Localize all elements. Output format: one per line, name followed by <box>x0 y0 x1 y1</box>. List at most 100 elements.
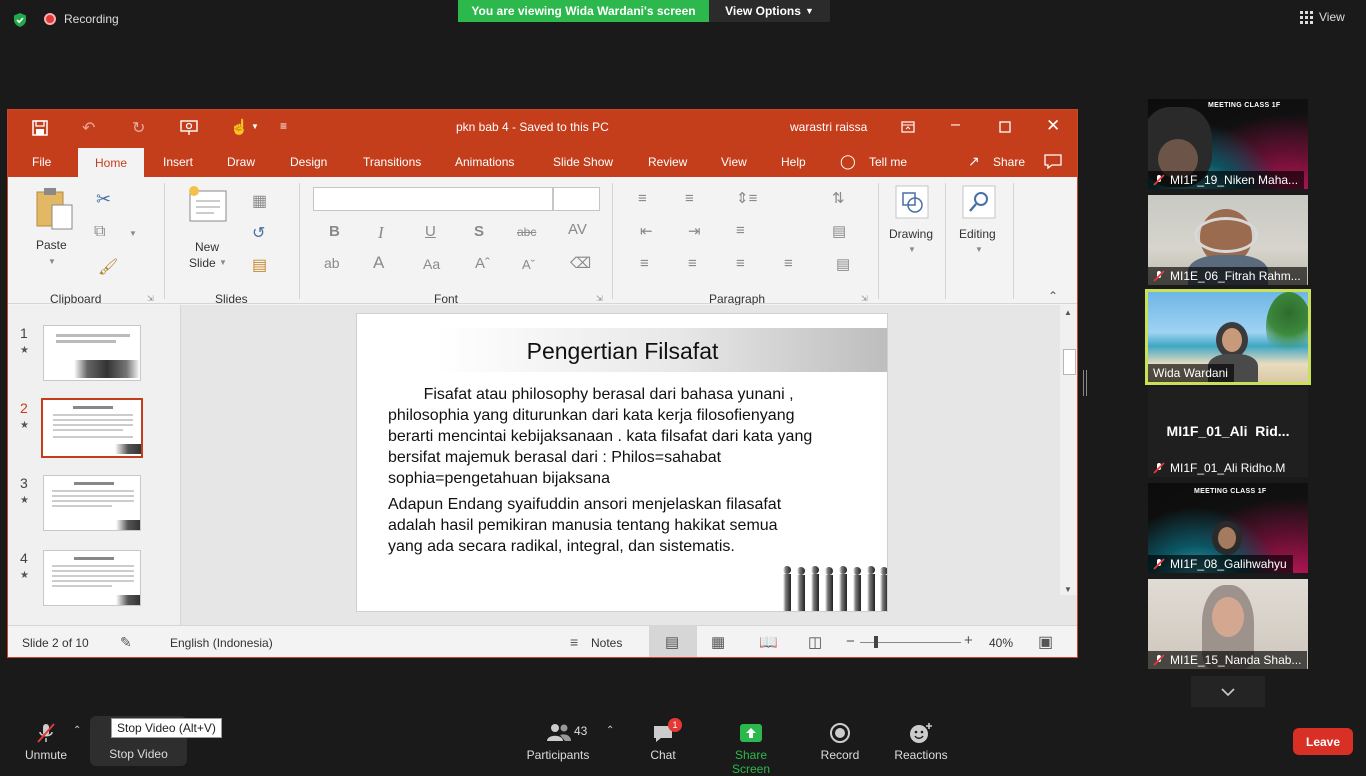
share-icon[interactable]: ↗ <box>968 153 980 170</box>
clear-formatting-icon[interactable]: ⌫ <box>570 254 591 272</box>
tab-help[interactable]: Help <box>781 155 806 169</box>
align-left-icon[interactable]: ≡ <box>640 255 649 272</box>
underline-icon[interactable]: U <box>425 223 436 240</box>
participant-tile[interactable]: MEETING CLASS 1F MI1F_19_Niken Maha... <box>1148 99 1308 189</box>
tab-file[interactable]: File <box>32 155 51 169</box>
slide-thumbnail-3[interactable] <box>43 475 141 531</box>
highlight-icon[interactable]: ab <box>324 255 340 271</box>
maximize-icon[interactable] <box>999 121 1011 133</box>
font-size-combo[interactable] <box>553 187 600 211</box>
dialog-launcher-icon[interactable]: ⇲ <box>861 294 868 303</box>
bold-icon[interactable]: B <box>329 223 340 240</box>
zoom-in-icon[interactable]: + <box>964 632 973 649</box>
tab-home[interactable]: Home <box>78 148 144 177</box>
participant-tile[interactable]: MEETING CLASS 1F MI1F_08_Galihwahyu <box>1148 483 1308 573</box>
scroll-up-icon[interactable]: ▲ <box>1064 308 1072 317</box>
slide-show-icon[interactable]: ◫ <box>808 633 822 651</box>
paste-icon[interactable] <box>35 187 75 231</box>
user-name[interactable]: warastri raissa <box>790 120 867 134</box>
participant-tile[interactable]: MI1E_15_Nanda Shab... <box>1148 579 1308 669</box>
customize-toolbar-icon[interactable]: ≡ <box>280 119 287 133</box>
font-color-icon[interactable]: A <box>373 253 384 273</box>
increase-font-icon[interactable]: Aˆ <box>475 255 490 272</box>
cut-icon[interactable]: ✂ <box>96 189 111 210</box>
decrease-font-icon[interactable]: Aˇ <box>522 257 535 272</box>
reactions-button[interactable]: Reactions <box>893 722 949 762</box>
dialog-launcher-icon[interactable]: ⇲ <box>147 294 154 303</box>
chat-button[interactable]: 1 Chat <box>646 718 682 762</box>
character-spacing-icon[interactable]: AV <box>568 221 587 238</box>
present-from-beginning-icon[interactable] <box>180 120 198 136</box>
drawing-shapes-icon[interactable] <box>895 185 929 219</box>
layout-icon[interactable]: ▦ <box>252 191 267 211</box>
text-direction-icon[interactable]: ⇅ <box>832 189 845 207</box>
minimize-icon[interactable]: – <box>951 116 960 134</box>
tab-transitions[interactable]: Transitions <box>363 155 421 169</box>
copy-icon[interactable]: ⧉ <box>94 223 105 241</box>
save-icon[interactable] <box>32 120 48 136</box>
slide-body[interactable]: Fisafat atau philosophy berasal dari bah… <box>388 384 868 557</box>
slide-title[interactable]: Pengertian Filsafat <box>357 338 887 365</box>
slide-thumbnail-1[interactable] <box>43 325 141 381</box>
paste-label[interactable]: Paste <box>36 238 67 252</box>
search-icon[interactable] <box>962 185 996 219</box>
accessibility-icon[interactable]: ✎ <box>120 634 132 651</box>
undo-icon[interactable]: ↶ <box>82 118 95 138</box>
tab-design[interactable]: Design <box>290 155 327 169</box>
participant-tile[interactable]: MI1E_06_Fitrah Rahm... <box>1148 195 1308 285</box>
fit-to-window-icon[interactable]: ▣ <box>1038 632 1053 652</box>
align-center-icon[interactable]: ≡ <box>688 255 697 272</box>
language-indicator[interactable]: English (Indonesia) <box>170 636 273 650</box>
new-slide-icon[interactable] <box>186 185 228 223</box>
participants-options-icon[interactable]: ⌃ <box>606 725 614 736</box>
tab-draw[interactable]: Draw <box>227 155 255 169</box>
tab-animations[interactable]: Animations <box>455 155 514 169</box>
tell-me-search[interactable]: Tell me <box>869 155 907 169</box>
slide-thumbnail-2[interactable] <box>41 398 143 458</box>
redo-icon[interactable]: ↻ <box>132 118 145 138</box>
close-icon[interactable]: ✕ <box>1046 116 1060 136</box>
reset-icon[interactable]: ↺ <box>252 223 265 243</box>
security-shield-icon[interactable] <box>12 12 28 28</box>
chevron-down-icon[interactable]: ▼ <box>219 258 227 267</box>
dialog-launcher-icon[interactable]: ⇲ <box>596 294 603 303</box>
tab-insert[interactable]: Insert <box>163 155 193 169</box>
collapse-ribbon-icon[interactable]: ⌃ <box>1048 289 1058 303</box>
view-button[interactable]: View <box>1300 10 1345 24</box>
strikethrough-icon[interactable]: abc <box>517 225 536 239</box>
record-button[interactable]: Record <box>818 722 862 762</box>
unmute-button[interactable]: Unmute <box>22 722 70 762</box>
section-icon[interactable]: ▤ <box>252 255 267 275</box>
line-spacing-icon[interactable]: ⇕≡ <box>736 189 757 207</box>
scroll-participants-button[interactable] <box>1191 676 1265 707</box>
tab-view[interactable]: View <box>721 155 747 169</box>
slide-thumbnail-4[interactable] <box>43 550 141 606</box>
participant-tile-active-speaker[interactable]: Wida Wardani <box>1145 289 1311 385</box>
decrease-indent-icon[interactable]: ⇤ <box>640 222 653 240</box>
chevron-down-icon[interactable]: ▼ <box>975 245 983 254</box>
new-slide-label-1[interactable]: New <box>195 240 219 254</box>
participant-tile[interactable]: MI1F_01_Ali Rid... MI1F_01_Ali Ridho.M <box>1148 387 1308 477</box>
format-painter-icon[interactable]: 🖌 <box>98 257 118 277</box>
align-text-icon[interactable]: ▤ <box>832 222 846 240</box>
tab-slide-show[interactable]: Slide Show <box>553 155 613 169</box>
scrollbar-thumb[interactable] <box>1063 349 1076 375</box>
new-slide-label-2[interactable]: Slide <box>189 256 216 270</box>
chevron-down-icon[interactable]: ▼ <box>48 257 56 266</box>
chevron-down-icon[interactable]: ▼ <box>908 245 916 254</box>
slide-sorter-icon[interactable]: ▦ <box>711 633 725 651</box>
tab-review[interactable]: Review <box>648 155 687 169</box>
justify-icon[interactable]: ≡ <box>784 255 793 272</box>
bullets-icon[interactable]: ≡ <box>638 190 647 207</box>
zoom-level[interactable]: 40% <box>989 636 1013 650</box>
reading-view-icon[interactable]: 📖 <box>759 633 778 651</box>
increase-indent-icon[interactable]: ⇥ <box>688 222 701 240</box>
recording-indicator[interactable]: Recording <box>44 12 119 26</box>
panel-splitter[interactable] <box>1083 370 1087 396</box>
shared-screen-powerpoint[interactable]: ↶ ↻ ☝ ▼ ≡ pkn bab 4 - Saved to this PC w… <box>7 109 1078 658</box>
italic-icon[interactable]: I <box>378 223 384 243</box>
participants-button[interactable]: 43 Participants <box>526 722 590 762</box>
normal-view-button[interactable]: ▤ <box>649 626 697 657</box>
numbering-icon[interactable]: ≡ <box>685 190 694 207</box>
view-options-button[interactable]: View Options ▼ <box>709 0 830 22</box>
